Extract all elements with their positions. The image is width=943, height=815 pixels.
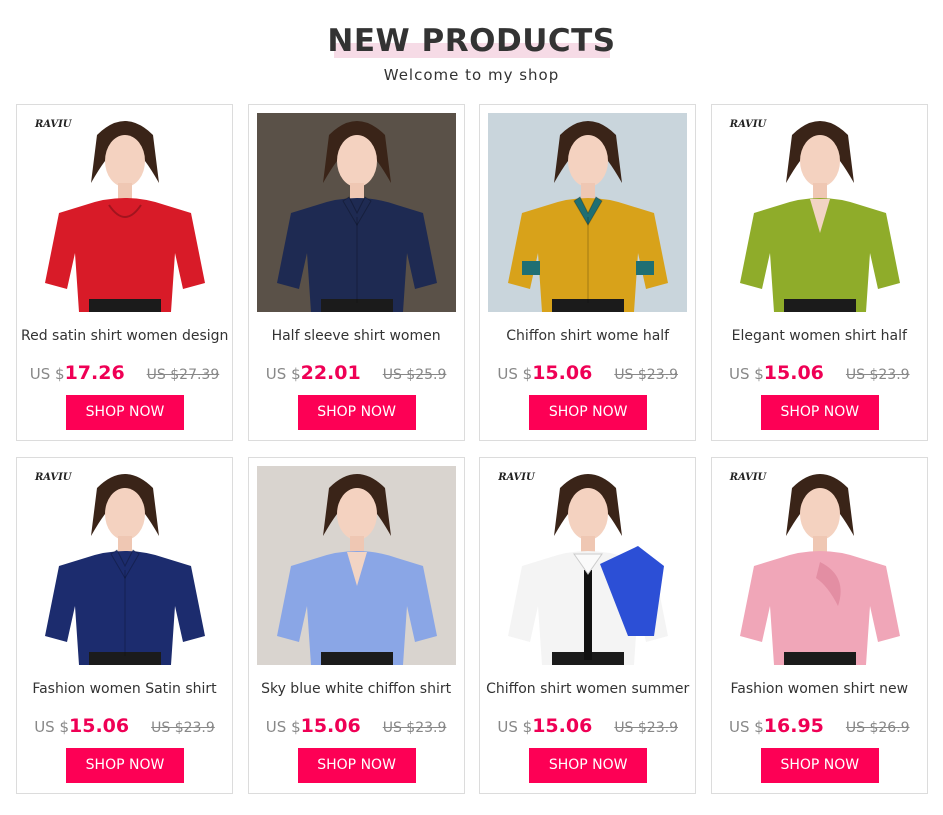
- product-image[interactable]: RAVIU: [25, 466, 224, 665]
- page-title: NEW PRODUCTS: [327, 23, 616, 59]
- price-row: US $15.06 US $23.9: [249, 715, 464, 739]
- price-row: US $16.95 US $26.9: [712, 715, 927, 739]
- brand-logo: RAVIU: [35, 119, 72, 130]
- product-image[interactable]: RAVIU: [488, 466, 688, 665]
- price-row: US $17.26 US $27.39: [17, 362, 232, 386]
- sale-price: 15.06: [763, 362, 824, 384]
- sale-price: 16.95: [763, 715, 824, 737]
- product-name[interactable]: Red satin shirt women design: [21, 327, 228, 351]
- product-name[interactable]: Chiffon shirt wome half: [484, 327, 692, 351]
- product-card[interactable]: Sky blue white chiffon shirt US $15.06 US …: [247, 457, 465, 794]
- shop-now-button[interactable]: SHOP NOW: [297, 395, 416, 430]
- sale-price: 15.06: [300, 715, 361, 737]
- section-header: NEW PRODUCTS Welcome to my shop: [0, 0, 943, 100]
- original-price: US $23.9: [845, 367, 910, 383]
- price-row: US $15.06 US $23.9: [17, 715, 232, 739]
- brand-logo: RAVIU: [729, 119, 767, 130]
- product-name[interactable]: Fashion women Satin shirt: [21, 680, 228, 704]
- page-subtitle: Welcome to my shop: [383, 66, 560, 84]
- currency-label: US $: [265, 718, 301, 736]
- currency-label: US $: [497, 718, 533, 736]
- product-name[interactable]: Half sleeve shirt women: [252, 327, 460, 351]
- currency-label: US $: [728, 365, 764, 383]
- product-grid: RAVIU Red satin shirt women design US $17.…: [16, 104, 928, 794]
- shop-now-button[interactable]: SHOP NOW: [297, 748, 416, 783]
- original-price: US $23.9: [151, 720, 215, 736]
- shop-now-button[interactable]: SHOP NOW: [760, 395, 879, 430]
- price-row: US $15.06 US $23.9: [480, 362, 695, 386]
- sale-price: 15.06: [532, 362, 593, 384]
- original-price: US $25.9: [382, 367, 447, 383]
- currency-label: US $: [29, 365, 65, 383]
- product-image[interactable]: RAVIU: [25, 113, 224, 312]
- sale-price: 15.06: [532, 715, 593, 737]
- product-card[interactable]: RAVIU Elegant women shirt half US $15.06 US…: [710, 104, 928, 441]
- product-name[interactable]: Chiffon shirt women summer: [484, 680, 692, 704]
- price-row: US $15.06 US $23.9: [712, 362, 927, 386]
- currency-label: US $: [728, 718, 764, 736]
- sale-price: 22.01: [300, 362, 361, 384]
- product-card[interactable]: RAVIU Chiffon shirt women summer US $15.06…: [479, 457, 697, 794]
- product-image[interactable]: [256, 466, 456, 665]
- shop-now-button[interactable]: SHOP NOW: [529, 395, 648, 430]
- product-card[interactable]: Half sleeve shirt women US $22.01 US $25.9…: [247, 104, 465, 441]
- original-price: US $23.9: [614, 720, 678, 736]
- brand-logo: RAVIU: [498, 472, 535, 483]
- original-price: US $23.9: [382, 720, 447, 736]
- price-row: US $15.06 US $23.9: [480, 715, 695, 739]
- product-name[interactable]: Fashion women shirt new: [715, 680, 923, 704]
- price-row: US $22.01 US $25.9: [249, 362, 464, 386]
- product-image[interactable]: [256, 113, 456, 312]
- product-card[interactable]: RAVIU Fashion women shirt new US $16.95 US …: [710, 457, 928, 794]
- original-price: US $26.9: [845, 720, 910, 736]
- currency-label: US $: [34, 718, 70, 736]
- shop-now-button[interactable]: SHOP NOW: [66, 395, 184, 430]
- product-image[interactable]: [488, 113, 688, 312]
- shop-now-button[interactable]: SHOP NOW: [529, 748, 648, 783]
- product-name[interactable]: Elegant women shirt half: [715, 327, 923, 351]
- brand-logo: RAVIU: [35, 472, 72, 483]
- product-image[interactable]: RAVIU: [719, 466, 919, 665]
- product-card[interactable]: Chiffon shirt wome half US $15.06 US $23.9…: [479, 104, 697, 441]
- product-card[interactable]: RAVIU Fashion women Satin shirt US $15.06 U…: [16, 457, 233, 794]
- shop-now-button[interactable]: SHOP NOW: [760, 748, 879, 783]
- product-card[interactable]: RAVIU Red satin shirt women design US $17.…: [16, 104, 233, 441]
- currency-label: US $: [497, 365, 533, 383]
- product-name[interactable]: Sky blue white chiffon shirt: [252, 680, 460, 704]
- brand-logo: RAVIU: [729, 472, 767, 483]
- sale-price: 15.06: [69, 715, 130, 737]
- currency-label: US $: [265, 365, 301, 383]
- shop-now-button[interactable]: SHOP NOW: [66, 748, 184, 783]
- product-image[interactable]: RAVIU: [719, 113, 919, 312]
- original-price: US $23.9: [614, 367, 678, 383]
- sale-price: 17.26: [64, 362, 125, 384]
- original-price: US $27.39: [146, 367, 220, 383]
